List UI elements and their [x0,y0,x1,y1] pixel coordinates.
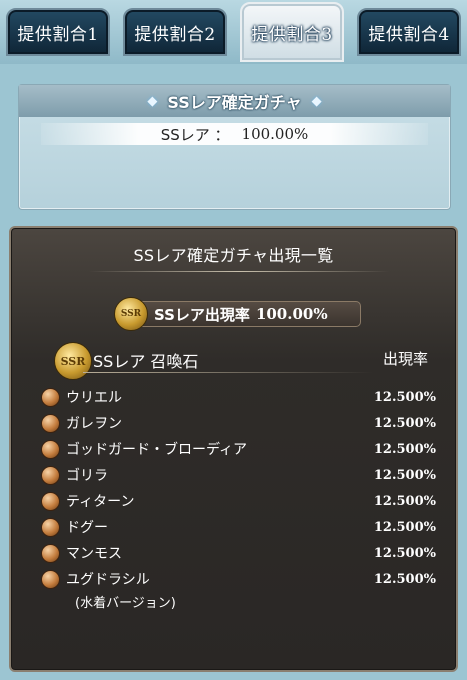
summary-rate-row: SSレア ： 100.00% [41,123,428,145]
tab-rate-3[interactable]: 提供割合3 [240,2,344,62]
item-name: ガレヲン [66,416,122,432]
list-item: ゴッドガード・ブローディア 12.500% [41,436,436,462]
list-item: ドグー 12.500% [41,514,436,540]
ssr-rate-pill: SSR SSレア出現率 100.00% [114,297,361,331]
list-item: ティターン 12.500% [41,488,436,514]
item-name: ドグー [66,520,108,536]
item-rate: 12.500% [373,545,436,561]
item-subtitle: (水着バージョン) [75,596,176,611]
item-name: マンモス [66,546,122,562]
summary-panel: ◆ SSレア確定ガチャ ◆ SSレア ： 100.00% [18,84,451,210]
ssr-badge-icon: SSR [114,297,148,331]
tab-rate-2[interactable]: 提供割合2 [123,8,227,56]
summon-orb-icon [41,543,60,563]
item-rate: 12.500% [373,571,436,587]
ssr-badge-icon: SSR [54,342,92,380]
item-name: ゴリラ [66,468,108,484]
summary-rarity-label: SSレア ： [160,125,230,144]
summon-orb-icon [41,569,60,589]
item-name: ユグドラシル [66,572,150,588]
list-item: マンモス 12.500% [41,540,436,566]
tab-label: 提供割合4 [368,24,450,45]
summon-orb-icon [41,413,60,433]
summon-orb-icon [41,517,60,537]
item-rate: 12.500% [373,441,436,457]
title-divider [89,271,389,272]
list-item: ユグドラシル 12.500% [41,566,436,592]
summon-list: ウリエル 12.500% ガレヲン 12.500% ゴッドガード・ブローディア … [41,384,436,616]
ssr-rate-value: 100.00% [255,305,328,323]
summary-title: SSレア確定ガチャ [167,93,302,112]
summon-orb-icon [41,439,60,459]
item-rate: 12.500% [373,519,436,535]
ssr-badge-text: SSR [120,309,142,319]
list-item: ガレヲン 12.500% [41,410,436,436]
item-rate: 12.500% [373,493,436,509]
tab-label: 提供割合3 [251,24,333,45]
tab-rate-1[interactable]: 提供割合1 [6,8,110,56]
ssr-rate-label: SSレア出現率 [154,305,250,324]
item-rate: 12.500% [373,389,436,405]
tab-label: 提供割合1 [17,24,99,45]
category-heading: SSレア 召喚石 [93,352,199,371]
heading-divider [83,372,373,373]
ssr-badge-text: SSR [60,354,86,368]
list-item: ゴリラ 12.500% [41,462,436,488]
list-title: SSレア確定ガチャ出現一覧 [133,246,334,265]
tab-rate-4[interactable]: 提供割合4 [357,8,461,56]
diamond-icon: ◆ [147,93,158,109]
diamond-icon: ◆ [311,93,322,109]
tab-bar: 提供割合1 提供割合2 提供割合3 提供割合4 [0,0,467,64]
item-name: ティターン [66,494,135,510]
item-rate: 12.500% [373,415,436,431]
summary-title-bar: ◆ SSレア確定ガチャ ◆ [19,85,450,117]
item-name: ウリエル [66,390,122,406]
list-item: ウリエル 12.500% [41,384,436,410]
tab-label: 提供割合2 [134,24,216,45]
summary-rarity-rate: 100.00% [241,125,309,143]
item-rate: 12.500% [373,467,436,483]
item-name: ゴッドガード・ブローディア [66,442,248,458]
appearance-list-panel[interactable]: SSレア確定ガチャ出現一覧 SSR SSレア出現率 100.00% SSR SS… [9,226,458,672]
rate-column-heading: 出現率 [382,350,428,368]
summon-orb-icon [41,465,60,485]
summon-orb-icon [41,491,60,511]
summon-orb-icon [41,387,60,407]
